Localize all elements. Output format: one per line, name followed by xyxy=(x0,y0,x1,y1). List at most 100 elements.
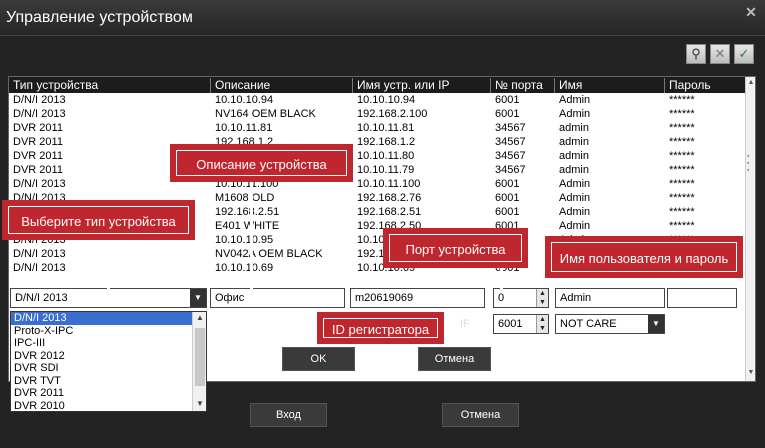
username-input[interactable]: Admin xyxy=(555,288,665,308)
table-scrollbar[interactable]: ▲ ▪ ▪ ▪ ▼ xyxy=(745,77,755,381)
annotation-id-label: ID регистратора xyxy=(323,318,438,338)
device-type-dropdown[interactable]: D/N/I 2013 Proto-X-IPC IPC-III DVR 2012 DVR … xyxy=(10,311,207,412)
port-stepper[interactable]: 0 ▲ ▼ xyxy=(493,288,549,308)
table-cell: 10.10.11.81 xyxy=(215,122,273,134)
table-cell: admin xyxy=(559,150,589,162)
annotation-port: Порт устройства xyxy=(383,228,528,268)
table-cell: 6001 xyxy=(495,108,520,120)
table-cell: 34567 xyxy=(495,136,526,148)
table-cell: 6001 xyxy=(495,206,520,218)
table-cell: Admin xyxy=(559,94,591,106)
scroll-down-icon[interactable]: ▼ xyxy=(193,399,206,408)
table-cell: ****** xyxy=(669,94,695,106)
annotation-port-label: Порт устройства xyxy=(389,234,522,262)
search-icon[interactable]: ⚲ xyxy=(686,44,706,64)
dropdown-option[interactable]: DVR TVT xyxy=(11,375,206,388)
ip-input[interactable]: m20619069 xyxy=(350,288,485,308)
table-cell: 34567 xyxy=(495,164,526,176)
ok-button[interactable]: OK xyxy=(282,347,355,371)
annotation-id: ID регистратора xyxy=(317,312,444,344)
table-cell: ****** xyxy=(669,220,695,232)
header-password[interactable]: Пароль xyxy=(665,78,747,93)
dropdown-option[interactable]: IPC-III xyxy=(11,337,206,350)
annotation-user-pass-label: Имя пользователя и пароль xyxy=(551,242,737,272)
dropdown-option[interactable]: DVR SDI xyxy=(11,362,206,375)
scroll-up-icon[interactable]: ▲ xyxy=(746,79,755,86)
annotation-type-label: Выберите тип устройства xyxy=(8,206,189,234)
login-button[interactable]: Вход xyxy=(250,403,327,427)
second-port-stepper[interactable]: 6001 ▲ ▼ xyxy=(493,314,549,334)
table-row[interactable]: D/N/I 2013 10.10.11.100 10.10.11.100 6001 Ad… xyxy=(9,178,747,192)
table-row[interactable]: D/N/I 2013 10.10.10.94 10.10.10.94 6001 Admi… xyxy=(9,94,747,108)
device-type-value: D/N/I 2013 xyxy=(15,292,68,304)
table-cell: 192.168.2.76 xyxy=(357,192,422,204)
annotation-user-pass: Имя пользователя и пароль xyxy=(545,236,743,278)
header-description[interactable]: Описание xyxy=(211,78,353,93)
table-cell: D/N/I 2013 xyxy=(13,248,66,260)
close-icon[interactable]: ✕ xyxy=(743,4,759,20)
table-cell: 10.10.10.94 xyxy=(215,94,274,106)
spin-icon[interactable]: ▲ ▼ xyxy=(536,315,548,333)
table-row[interactable]: DVR 2011 192.168.1.2 192.168.1.2 34567 admin… xyxy=(9,136,747,150)
table-cell: 34567 xyxy=(495,150,526,162)
table-cell: Admin xyxy=(559,206,591,218)
dropdown-option[interactable]: DVR 2012 xyxy=(11,350,206,363)
table-cell: D/N/I 2013 xyxy=(13,108,66,120)
table-cell: 10.10.10.94 xyxy=(357,94,416,106)
annotation-type: Выберите тип устройства xyxy=(2,200,195,240)
description-input[interactable]: Офис xyxy=(210,288,345,308)
table-cell: D/N/I 2013 xyxy=(13,94,66,106)
table-row[interactable]: DVR 2011 10.10.11.81 10.10.11.81 34567 admin… xyxy=(9,122,747,136)
cancel-button[interactable]: Отмена xyxy=(442,403,519,427)
table-row[interactable]: DVR 2011 10.10.11.79 34567 admin ****** xyxy=(9,164,747,178)
header-ip[interactable]: Имя устр. или IP xyxy=(353,78,491,93)
table-cell: NV042A OEM BLACK xyxy=(215,248,323,260)
table-row[interactable]: D/N/I 2013 NV164 OEM BLACK 192.168.2.100 60… xyxy=(9,108,747,122)
table-cell: Admin xyxy=(559,178,591,190)
dropdown-option[interactable]: Proto-X-IPC xyxy=(11,325,206,338)
chevron-down-icon[interactable]: ▼ xyxy=(190,289,206,307)
table-cell: M1608 OLD xyxy=(215,192,275,204)
scroll-thumb[interactable] xyxy=(195,328,205,386)
cancel-button-inner[interactable]: Отмена xyxy=(418,347,491,371)
header-type[interactable]: Тип устройства xyxy=(9,78,211,93)
dropdown-list: D/N/I 2013 Proto-X-IPC IPC-III DVR 2012 DVR … xyxy=(11,312,206,412)
table-cell: 10.10.10.69 xyxy=(215,262,274,274)
spin-icon[interactable]: ▲ ▼ xyxy=(536,289,548,307)
password-input[interactable] xyxy=(667,288,737,308)
title-bar: Управление устройством ✕ xyxy=(0,0,765,36)
grip-icon[interactable]: ▪ ▪ ▪ xyxy=(747,153,754,174)
table-cell: 6001 xyxy=(495,94,520,106)
table-cell: 10.10.10.95 xyxy=(215,234,274,246)
mode-combo[interactable]: NOT CARE ▼ xyxy=(555,314,665,334)
table-cell: ****** xyxy=(669,136,695,148)
dropdown-scrollbar[interactable]: ▲ ▼ xyxy=(192,312,206,411)
table-cell: Admin xyxy=(559,108,591,120)
header-port[interactable]: № порта xyxy=(491,78,555,93)
device-management-window: Управление устройством ✕ ⚲ ✕ ✓ Тип устро… xyxy=(0,0,765,448)
table-cell: 192.168.1.2 xyxy=(357,136,416,148)
table-cell: D/N/I 2013 xyxy=(13,262,66,274)
table-cell: 34567 xyxy=(495,122,526,134)
second-port-value: 6001 xyxy=(498,318,523,330)
table-cell: 6001 xyxy=(495,178,520,190)
dropdown-option[interactable]: DVR 2011 xyxy=(11,387,206,400)
table-cell: Admin xyxy=(559,192,591,204)
dropdown-option[interactable]: D/N/I 2013 xyxy=(11,312,206,325)
scroll-up-icon[interactable]: ▲ xyxy=(193,313,206,322)
scroll-down-icon[interactable]: ▼ xyxy=(746,369,755,376)
chevron-down-icon[interactable]: ▼ xyxy=(648,315,664,333)
dropdown-option[interactable]: DVR 2010 xyxy=(11,400,206,412)
table-cell: admin xyxy=(559,164,589,176)
check-icon[interactable]: ✓ xyxy=(734,44,754,64)
table-cell: 6001 xyxy=(495,192,520,204)
window-title: Управление устройством xyxy=(6,9,193,26)
table-cell: 10.10.11.80 xyxy=(357,150,415,162)
table-cell: E401 WHITE xyxy=(215,220,280,232)
table-cell: 10.10.11.81 xyxy=(357,122,415,134)
cross-icon[interactable]: ✕ xyxy=(710,44,730,64)
table-cell: ****** xyxy=(669,122,695,134)
table-row[interactable]: DVR 2011 10.10.11.80 34567 admin ****** xyxy=(9,150,747,164)
table-cell: admin xyxy=(559,136,589,148)
header-name[interactable]: Имя xyxy=(555,78,665,93)
